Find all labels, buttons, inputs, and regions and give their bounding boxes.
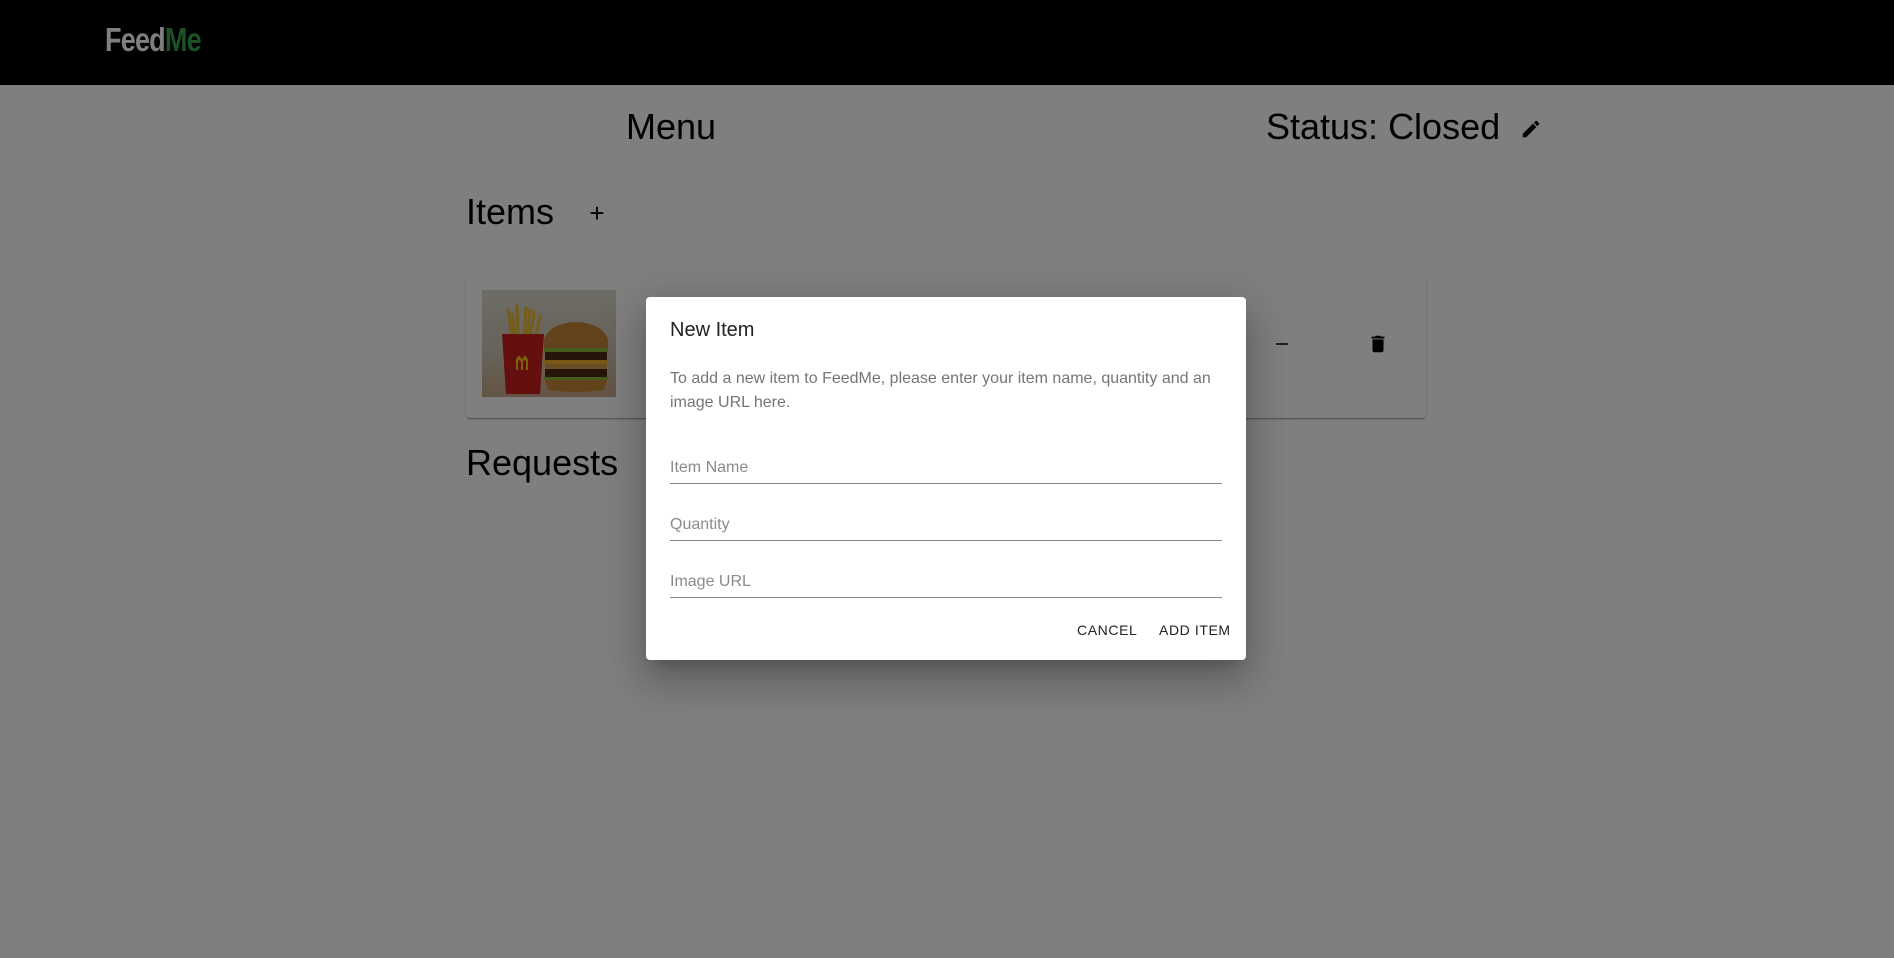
dialog-title: New Item — [670, 319, 755, 341]
quantity-input[interactable] — [670, 510, 1222, 541]
cancel-button[interactable]: CANCEL — [1077, 620, 1137, 640]
new-item-dialog: New Item To add a new item to FeedMe, pl… — [646, 297, 1246, 660]
dialog-description: To add a new item to FeedMe, please ente… — [670, 370, 1211, 411]
item-name-input[interactable] — [670, 453, 1222, 484]
image-url-input[interactable] — [670, 567, 1222, 598]
add-item-submit-button[interactable]: ADD ITEM — [1159, 620, 1231, 640]
